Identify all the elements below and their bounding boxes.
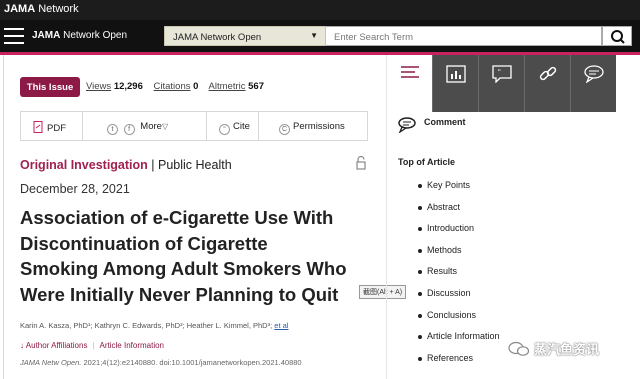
divider [3, 55, 4, 379]
screenshot-tooltip: 截图(Alt + A) [359, 285, 407, 299]
subject-label[interactable]: Public Health [158, 158, 232, 172]
cite-button[interactable]: “Cite [207, 112, 259, 140]
tab-comments[interactable]: “ [478, 55, 524, 112]
article-links: ↓ Author Affiliations | Article Informatio… [20, 341, 164, 350]
speech-bubble-icon: “ [492, 65, 512, 83]
article-toolbar: PDF t f More▽ “Cite C Permissions [20, 111, 368, 141]
network-topbar: JAMA Network [0, 0, 640, 20]
publication-date: December 28, 2021 [20, 182, 130, 196]
journal-select[interactable]: JAMA Network Open ▼ [164, 26, 326, 46]
wechat-watermark-icon [508, 341, 530, 356]
comment-icon [398, 117, 416, 133]
author-affiliations-link[interactable]: ↓ Author Affiliations [20, 341, 87, 350]
menu-icon[interactable] [4, 28, 24, 44]
chevron-down-icon: ▽ [161, 122, 169, 131]
this-issue-button[interactable]: This Issue [20, 77, 80, 97]
tab-related[interactable] [524, 55, 570, 112]
pdf-icon [33, 121, 43, 133]
author-list: Karin A. Kasza, PhD¹; Kathryn C. Edwards… [20, 321, 289, 330]
more-button[interactable]: t f More▽ [83, 112, 207, 140]
article-metrics: Views 12,296 Citations 0 Altmetric 567 [86, 81, 272, 92]
site-header: JAMA Network Open JAMA Network Open ▼ Ent… [0, 20, 640, 52]
chevron-down-icon: ▼ [310, 31, 318, 40]
citations-metric[interactable]: Citations 0 [154, 81, 199, 92]
toc-item-references[interactable]: References [418, 353, 500, 375]
chat-icon [584, 65, 604, 83]
tab-contents[interactable] [388, 55, 434, 112]
chart-icon [446, 65, 466, 83]
watermark-text: 蒸汽鱼资讯 [534, 342, 600, 357]
link-icon [539, 66, 557, 81]
twitter-icon[interactable]: t [107, 124, 118, 135]
toc-item-introduction[interactable]: Introduction [418, 223, 500, 245]
copyright-icon: C [279, 124, 290, 135]
search-icon [611, 30, 625, 44]
toc-item-discussion[interactable]: Discussion [418, 288, 500, 310]
toc-item-conclusions[interactable]: Conclusions [418, 310, 500, 332]
search-button[interactable] [602, 26, 632, 46]
table-of-contents: Key Points Abstract Introduction Methods… [418, 180, 500, 374]
journal-logo[interactable]: JAMA Network Open [32, 30, 127, 41]
sidebar-tabs: “ [388, 55, 640, 112]
views-metric[interactable]: Views 12,296 [86, 81, 143, 92]
unlock-icon [356, 156, 366, 170]
pdf-button[interactable]: PDF [21, 112, 83, 140]
tab-discussion[interactable] [570, 55, 616, 112]
citation-line: JAMA Netw Open. 2021;4(12):e2140880. doi… [20, 358, 302, 367]
facebook-icon[interactable]: f [123, 124, 135, 135]
jama-network-logo[interactable]: JAMA Network [4, 3, 79, 15]
article-type-link[interactable]: Original Investigation [20, 158, 148, 172]
svg-text:“: “ [498, 68, 501, 77]
list-icon [401, 66, 419, 78]
article-information-link[interactable]: Article Information [100, 341, 164, 350]
article-title: Association of e-Cigarette Use With Disc… [20, 207, 347, 305]
toc-item-key-points[interactable]: Key Points [418, 180, 500, 202]
article-section: Original Investigation | Public Health [20, 158, 232, 172]
search-input[interactable]: Enter Search Term [326, 26, 602, 46]
altmetric-metric[interactable]: Altmetric 567 [209, 81, 264, 92]
comment-link[interactable]: Comment [424, 117, 466, 127]
toc-heading[interactable]: Top of Article [398, 157, 455, 167]
panel-divider [386, 55, 387, 379]
toc-item-results[interactable]: Results [418, 266, 500, 288]
toc-item-article-information[interactable]: Article Information [418, 331, 500, 353]
toc-item-abstract[interactable]: Abstract [418, 202, 500, 224]
permissions-button[interactable]: C Permissions [259, 112, 367, 140]
et-al-link[interactable]: et al [274, 321, 288, 330]
toc-item-methods[interactable]: Methods [418, 245, 500, 267]
quote-icon: “ [219, 124, 230, 135]
tab-figures[interactable] [432, 55, 478, 112]
